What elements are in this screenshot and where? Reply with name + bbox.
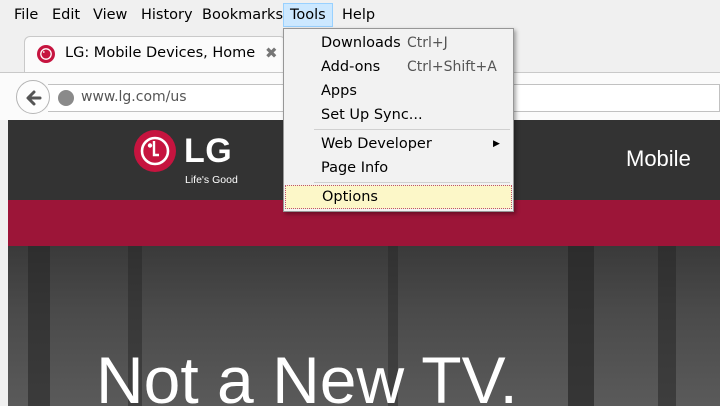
menu-item-add-ons[interactable]: Add-ons Ctrl+Shift+A: [285, 55, 512, 79]
menu-item-set-up-sync[interactable]: Set Up Sync...: [285, 103, 512, 127]
close-tab-icon[interactable]: ✖: [265, 44, 278, 62]
globe-icon[interactable]: [58, 90, 74, 106]
tree-silhouette: [568, 246, 594, 406]
menu-file[interactable]: File: [8, 3, 44, 27]
menu-bookmarks[interactable]: Bookmarks: [196, 3, 289, 27]
menu-view[interactable]: View: [87, 3, 133, 27]
hero-headline: Not a New TV.: [96, 343, 518, 406]
tools-menu-dropdown: Downloads Ctrl+J Add-ons Ctrl+Shift+A Ap…: [283, 28, 514, 212]
menu-item-page-info[interactable]: Page Info: [285, 156, 512, 180]
url-text[interactable]: www.lg.com/us: [81, 89, 187, 105]
lg-wordmark: LG: [184, 132, 233, 170]
back-arrow-icon: [26, 90, 42, 106]
lg-tagline: Life's Good: [185, 174, 238, 186]
menu-history[interactable]: History: [135, 3, 199, 27]
menu-edit[interactable]: Edit: [46, 3, 86, 27]
menu-help[interactable]: Help: [336, 3, 381, 27]
menu-item-downloads[interactable]: Downloads Ctrl+J: [285, 31, 512, 55]
submenu-arrow-icon: ▶: [493, 139, 500, 149]
tree-silhouette: [28, 246, 50, 406]
browser-tab[interactable]: LG: Mobile Devices, Home ... ✖: [24, 36, 286, 72]
back-button[interactable]: [16, 80, 50, 114]
menu-item-web-developer[interactable]: Web Developer ▶: [285, 132, 512, 156]
menu-bar: File Edit View History Bookmarks Tools H…: [0, 0, 720, 30]
menu-separator: [314, 182, 510, 183]
menu-item-options[interactable]: Options: [285, 185, 512, 209]
menu-item-apps[interactable]: Apps: [285, 79, 512, 103]
tree-silhouette: [658, 246, 676, 406]
tab-title: LG: Mobile Devices, Home ...: [65, 45, 260, 61]
hero-banner: Not a New TV.: [8, 246, 720, 406]
lg-logo-icon: [37, 45, 55, 63]
lg-logo[interactable]: [134, 130, 176, 172]
menu-separator: [314, 129, 510, 130]
site-nav-mobile[interactable]: Mobile: [626, 146, 691, 172]
menu-tools[interactable]: Tools: [283, 3, 333, 27]
